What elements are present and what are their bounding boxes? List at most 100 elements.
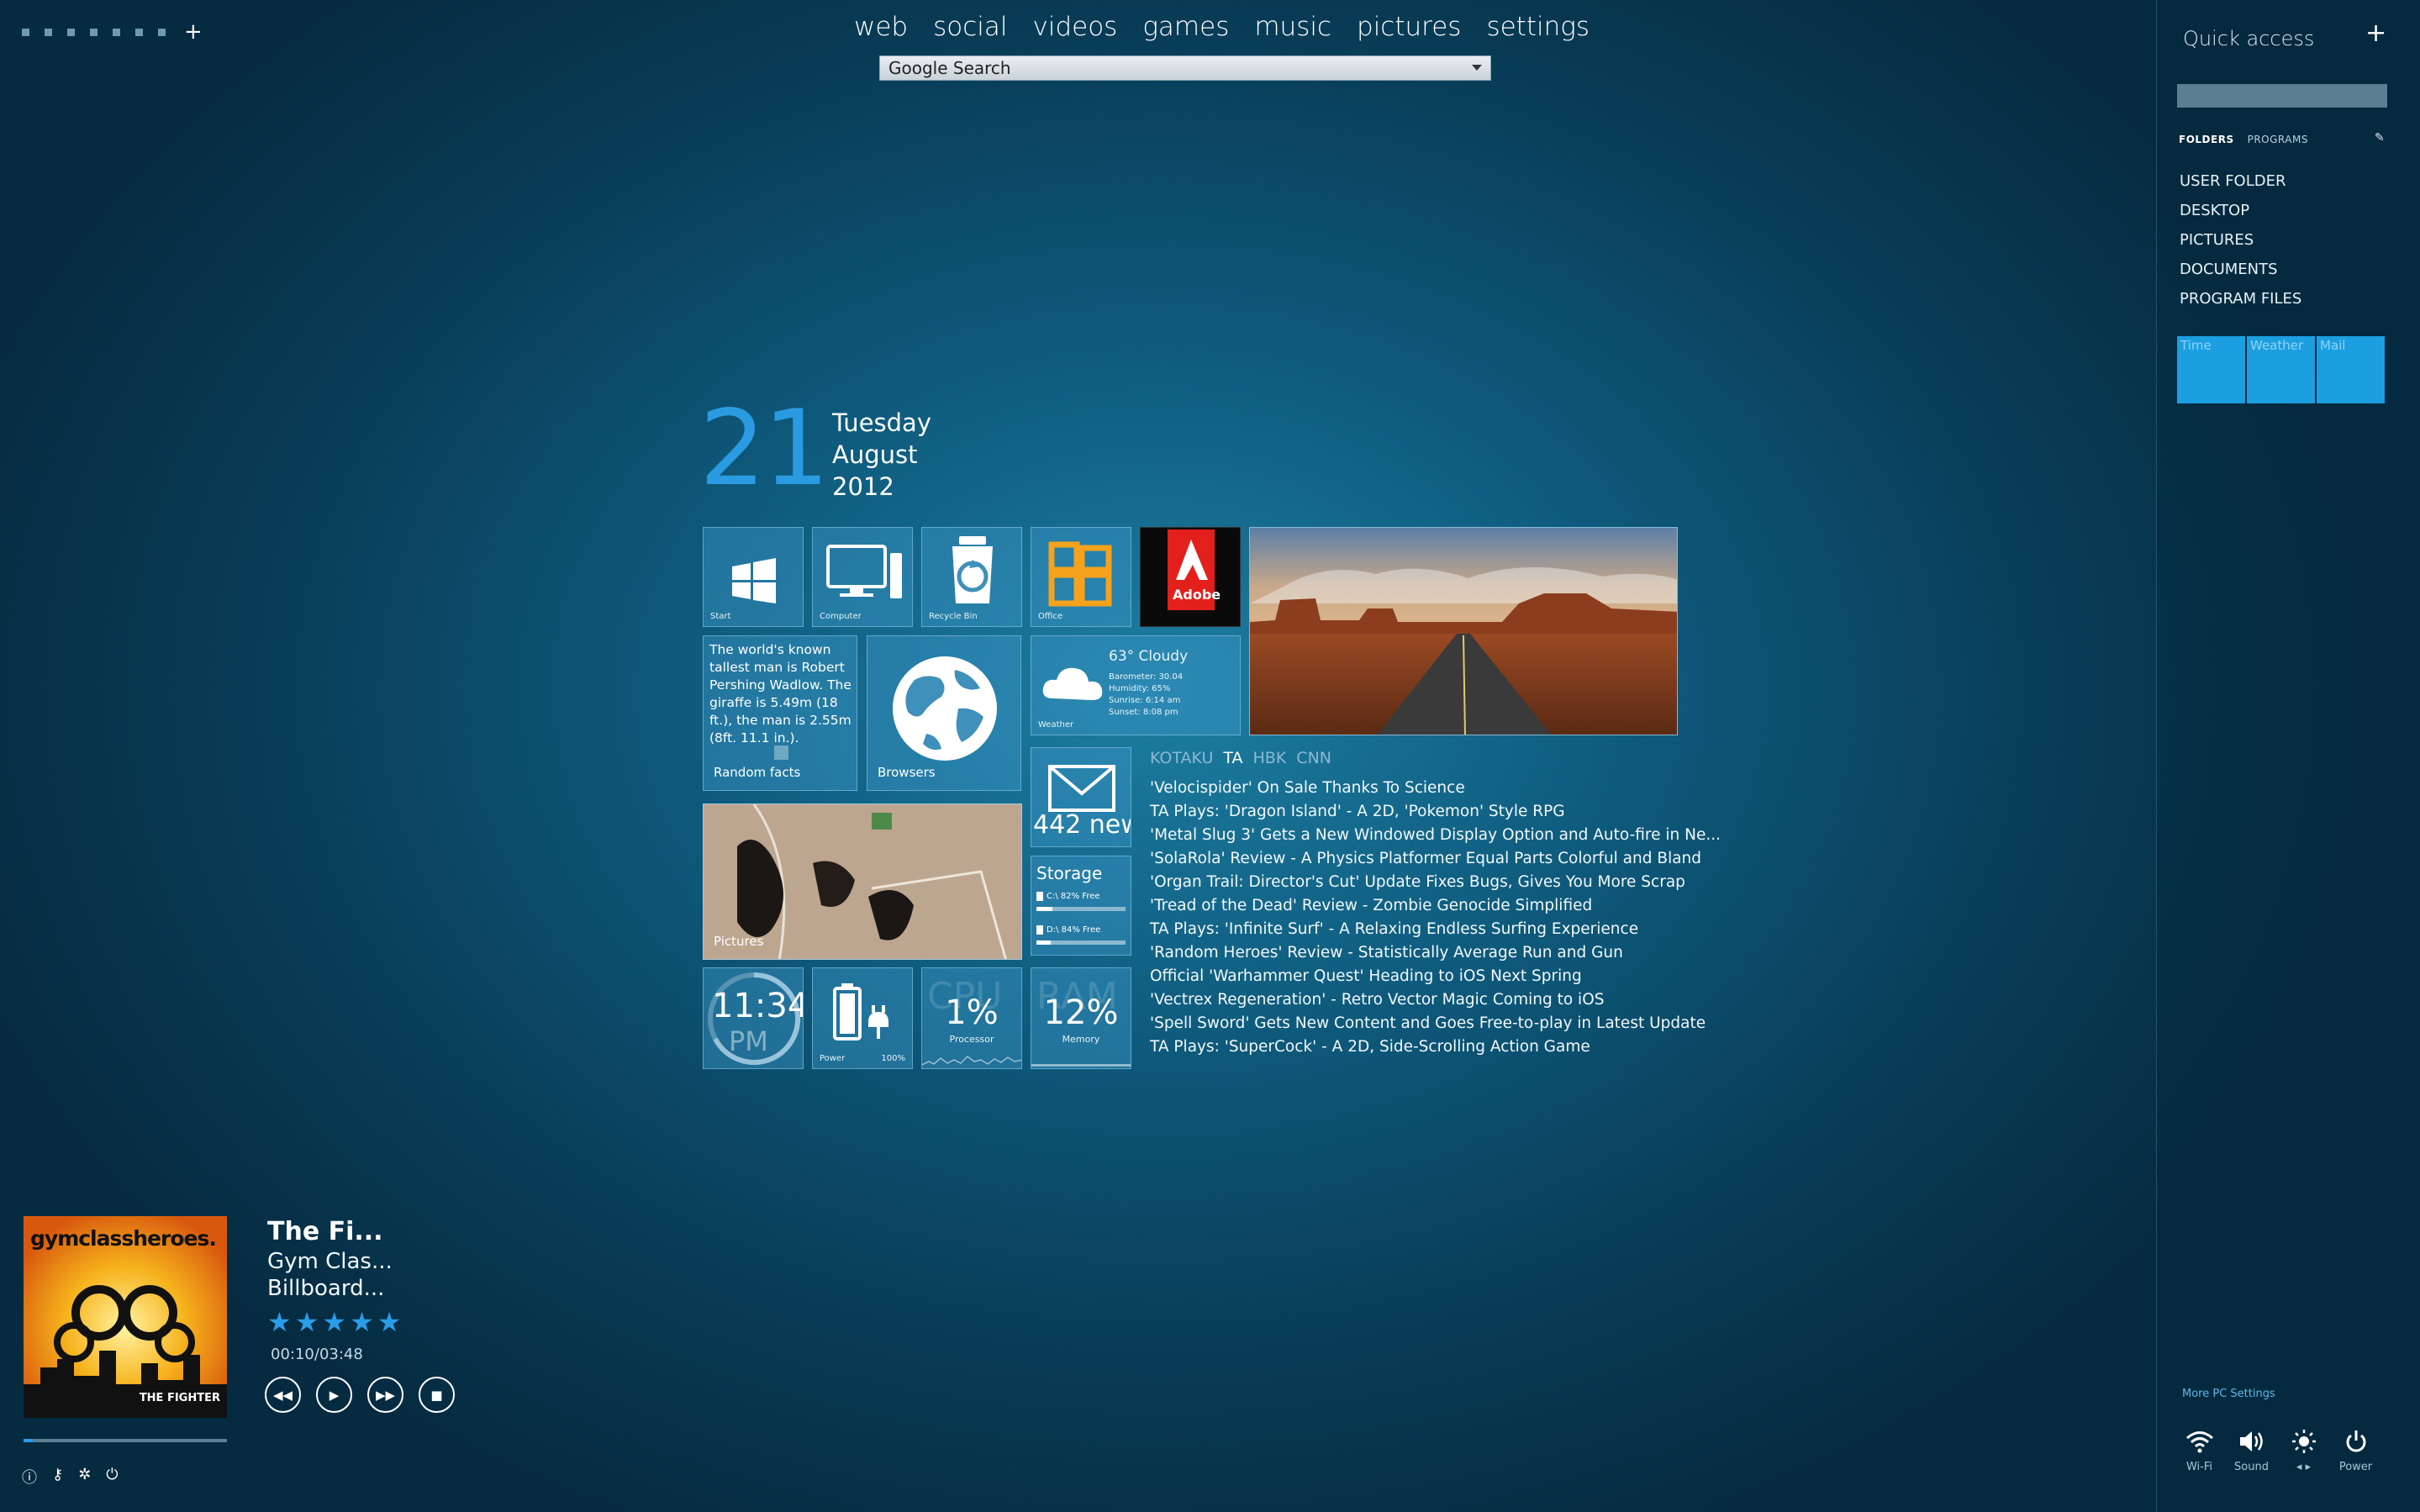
news-item[interactable]: 'Spell Sword' Gets New Content and Goes … <box>1150 1012 1721 1035</box>
nav-social[interactable]: social <box>933 12 1007 42</box>
power-icon[interactable]: ⏻ <box>106 1466 118 1488</box>
nav-music[interactable]: music <box>1254 12 1331 42</box>
wifi-label: Wi-Fi <box>2185 1461 2212 1473</box>
storage-tile[interactable]: Storage C:\ 82% Free D:\ 84% Free <box>1031 856 1131 956</box>
track-progress-bar[interactable] <box>24 1439 227 1442</box>
tile-label: Computer <box>820 612 862 621</box>
play-button[interactable]: ▶ <box>316 1377 352 1413</box>
start-tile[interactable]: Start <box>703 527 804 627</box>
nav-videos[interactable]: videos <box>1033 12 1118 42</box>
drive-d-bar <box>1036 940 1126 945</box>
page-dot[interactable] <box>45 28 52 36</box>
search-engine-label: Google Search <box>888 58 1011 78</box>
office-tile[interactable]: Office <box>1031 527 1131 627</box>
album-art[interactable]: gymclassheroes. THE FIGHTER <box>24 1216 227 1418</box>
folder-item-desktop[interactable]: DESKTOP <box>2180 196 2301 225</box>
speaker-icon <box>2233 1429 2270 1457</box>
system-controls: Wi-Fi Sound ◂ ▸ Power <box>2181 1429 2374 1473</box>
folder-item-program-files[interactable]: PROGRAM FILES <box>2180 284 2301 313</box>
computer-tile[interactable]: Computer <box>812 527 913 627</box>
wifi-icon <box>2181 1429 2217 1457</box>
news-item[interactable]: 'Tread of the Dead' Review - Zombie Geno… <box>1150 894 1721 918</box>
song-album: Billboard... <box>267 1276 385 1301</box>
weather-tile[interactable]: 63° Cloudy Barometer: 30.04 Humidity: 65… <box>1031 635 1241 735</box>
news-item[interactable]: 'Metal Slug 3' Gets a New Windowed Displ… <box>1150 824 1721 847</box>
tab-programs[interactable]: PROGRAMS <box>2248 134 2308 145</box>
song-meta: Gym Clas... Billboard... <box>267 1248 393 1302</box>
adobe-tile[interactable]: Adobe <box>1140 527 1241 627</box>
stop-button[interactable]: ■ <box>419 1377 455 1413</box>
ram-tile[interactable]: RAM 12% Memory <box>1031 967 1131 1069</box>
nav-games[interactable]: games <box>1142 12 1229 42</box>
nav-settings[interactable]: settings <box>1486 12 1590 42</box>
mail-tile[interactable]: 442 new <box>1031 747 1131 847</box>
news-item[interactable]: 'Organ Trail: Director's Cut' Update Fix… <box>1150 871 1721 894</box>
tile-label: Browsers <box>878 765 936 780</box>
page-dot[interactable] <box>135 28 143 36</box>
page-dot[interactable] <box>90 28 98 36</box>
more-pc-settings-link[interactable]: More PC Settings <box>2182 1388 2275 1400</box>
page-dot[interactable] <box>158 28 166 36</box>
rating-stars[interactable]: ★★★★★ <box>267 1306 404 1338</box>
news-item[interactable]: TA Plays: 'Dragon Island' - A 2D, 'Pokem… <box>1150 800 1721 824</box>
add-page-icon[interactable]: + <box>184 21 203 43</box>
clock-tile[interactable]: 11:34 PM <box>703 967 804 1069</box>
tab-ta[interactable]: TA <box>1223 749 1242 767</box>
page-dot[interactable] <box>67 28 75 36</box>
photo-tile[interactable] <box>1249 527 1678 735</box>
date-text: Tuesday August 2012 <box>832 407 931 503</box>
page-dot[interactable] <box>22 28 29 36</box>
search-input[interactable]: Google Search <box>879 55 1491 81</box>
brightness-button[interactable]: ◂ ▸ <box>2286 1429 2322 1473</box>
sound-button[interactable]: Sound <box>2233 1429 2270 1473</box>
drive-c: C:\ 82% Free <box>1036 892 1126 911</box>
fast-forward-button[interactable]: ▶▶ <box>367 1377 403 1413</box>
chevron-down-icon[interactable] <box>1472 65 1482 71</box>
news-item[interactable]: TA Plays: 'SuperCock' - A 2D, Side-Scrol… <box>1150 1035 1721 1059</box>
nav-pictures[interactable]: pictures <box>1357 12 1461 42</box>
folder-item-documents[interactable]: DOCUMENTS <box>2180 255 2301 284</box>
wrench-icon[interactable]: ✎ <box>2375 131 2385 145</box>
nav-web[interactable]: web <box>854 12 908 42</box>
news-item[interactable]: 'SolaRola' Review - A Physics Platformer… <box>1150 847 1721 871</box>
folder-item-pictures[interactable]: PICTURES <box>2180 225 2301 255</box>
brightness-arrows-icon[interactable]: ◂ ▸ <box>2286 1461 2322 1473</box>
news-item[interactable]: 'Vectrex Regeneration' - Retro Vector Ma… <box>1150 988 1721 1012</box>
tab-cnn[interactable]: CNN <box>1296 749 1331 767</box>
date-day: 21 <box>699 388 830 509</box>
tab-kotaku[interactable]: KOTAKU <box>1150 749 1213 767</box>
clock-ampm: PM <box>729 1025 768 1057</box>
tab-folders[interactable]: FOLDERS <box>2179 134 2234 145</box>
add-icon[interactable]: + <box>2365 18 2386 48</box>
news-item[interactable]: 'Velocispider' On Sale Thanks To Science <box>1150 777 1721 800</box>
tab-hbk[interactable]: HBK <box>1253 749 1287 767</box>
random-facts-text: The world's known tallest man is Robert … <box>709 642 851 745</box>
rewind-button[interactable]: ◀◀ <box>265 1377 301 1413</box>
cpu-tile[interactable]: CPU 1% Processor <box>921 967 1022 1069</box>
browsers-tile[interactable]: Browsers <box>867 635 1021 791</box>
folder-list: USER FOLDER DESKTOP PICTURES DOCUMENTS P… <box>2180 166 2301 313</box>
power-button[interactable]: Power <box>2338 1429 2374 1473</box>
news-item[interactable]: 'Random Heroes' Review - Statistically A… <box>1150 941 1721 965</box>
drive-d-label: D:\ 84% Free <box>1047 925 1101 935</box>
power-tile[interactable]: Power 100% <box>812 967 913 1069</box>
pictures-tile[interactable]: Pictures <box>703 803 1022 960</box>
key-icon[interactable]: ⚷ <box>52 1466 63 1488</box>
gear-icon[interactable]: ✲ <box>78 1466 91 1488</box>
mail-mini-tile[interactable]: Mail <box>2317 336 2385 403</box>
info-icon[interactable]: ⓘ <box>22 1466 37 1488</box>
weather-mini-tile[interactable]: Weather <box>2247 336 2315 403</box>
time-mini-tile[interactable]: Time <box>2177 336 2245 403</box>
quick-access-search-input[interactable] <box>2177 84 2387 108</box>
weather-condition: 63° Cloudy <box>1109 648 1189 665</box>
news-item[interactable]: Official 'Warhammer Quest' Heading to iO… <box>1150 965 1721 988</box>
track-time: 00:10/03:48 <box>271 1346 363 1363</box>
page-dot[interactable] <box>113 28 120 36</box>
cpu-value: 1% <box>945 993 999 1032</box>
random-facts-tile[interactable]: The world's known tallest man is Robert … <box>703 635 857 791</box>
recycle-bin-tile[interactable]: Recycle Bin <box>921 527 1022 627</box>
folder-item-user-folder[interactable]: USER FOLDER <box>2180 166 2301 196</box>
wifi-button[interactable]: Wi-Fi <box>2181 1429 2217 1473</box>
album-band-text: gymclassheroes. <box>30 1226 217 1251</box>
news-item[interactable]: TA Plays: 'Infinite Surf' - A Relaxing E… <box>1150 918 1721 941</box>
